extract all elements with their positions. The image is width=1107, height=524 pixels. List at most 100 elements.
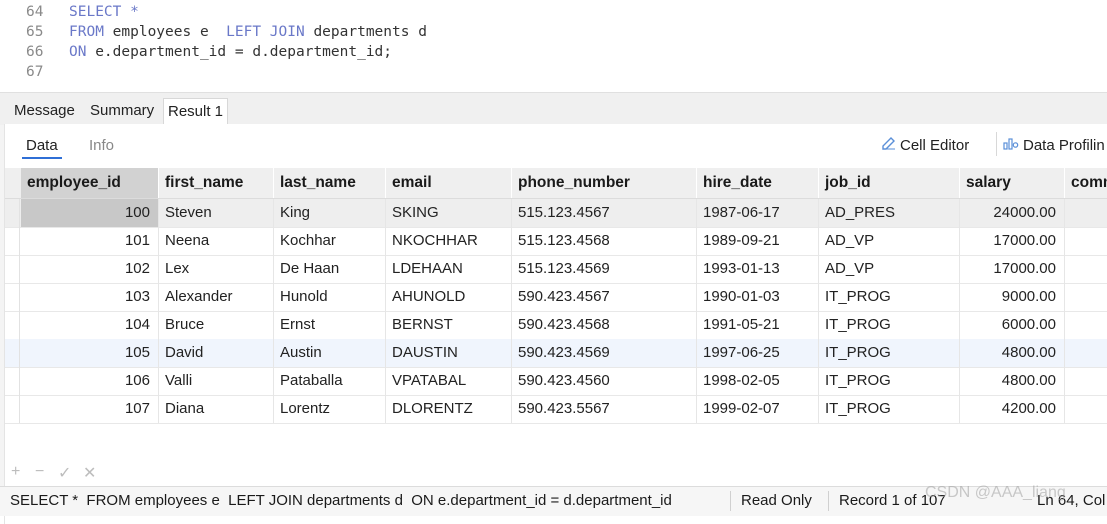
cell-comm[interactable] — [1065, 311, 1107, 339]
row-gutter[interactable] — [5, 311, 20, 339]
cell-salary[interactable]: 6000.00 — [960, 311, 1065, 339]
cell-email[interactable]: SKING — [386, 199, 512, 227]
column-header-comm[interactable]: comm — [1065, 168, 1107, 198]
table-row[interactable]: 106 Valli Pataballa VPATABAL 590.423.4560 199… — [5, 367, 1107, 396]
tab-result-1[interactable]: Result 1 — [163, 98, 229, 125]
cell-job-id[interactable]: AD_VP — [819, 255, 960, 283]
cell-last-name[interactable]: Kochhar — [274, 227, 386, 255]
cell-comm[interactable] — [1065, 395, 1107, 423]
cell-hire-date[interactable]: 1998-02-05 — [697, 367, 819, 395]
cell-hire-date[interactable]: 1989-09-21 — [697, 227, 819, 255]
table-row[interactable]: 100 Steven King SKING 515.123.4567 1987-06-17… — [5, 199, 1107, 228]
code-line[interactable]: 66 ON e.department_id = d.department_id; — [0, 42, 1107, 62]
delete-record-button[interactable]: − — [35, 463, 44, 481]
row-gutter[interactable] — [5, 199, 20, 227]
column-header-first-name[interactable]: first_name — [159, 168, 274, 198]
cell-email[interactable]: DLORENTZ — [386, 395, 512, 423]
cell-employee-id[interactable]: 104 — [21, 311, 159, 339]
cell-last-name[interactable]: King — [274, 199, 386, 227]
cell-last-name[interactable]: Ernst — [274, 311, 386, 339]
cell-phone-number[interactable]: 515.123.4567 — [512, 199, 697, 227]
cell-editor-button[interactable]: Cell Editor — [882, 136, 969, 154]
cell-comm[interactable] — [1065, 367, 1107, 395]
cell-email[interactable]: VPATABAL — [386, 367, 512, 395]
cell-hire-date[interactable]: 1999-02-07 — [697, 395, 819, 423]
row-gutter[interactable] — [5, 255, 20, 283]
cell-employee-id[interactable]: 106 — [21, 367, 159, 395]
cell-hire-date[interactable]: 1997-06-25 — [697, 339, 819, 367]
column-header-job-id[interactable]: job_id — [819, 168, 960, 198]
cell-job-id[interactable]: AD_PRES — [819, 199, 960, 227]
cell-comm[interactable] — [1065, 339, 1107, 367]
cell-employee-id[interactable]: 100 — [21, 199, 159, 227]
cell-job-id[interactable]: AD_VP — [819, 227, 960, 255]
cell-first-name[interactable]: Valli — [159, 367, 274, 395]
cell-salary[interactable]: 4200.00 — [960, 395, 1065, 423]
cell-email[interactable]: NKOCHHAR — [386, 227, 512, 255]
cell-email[interactable]: BERNST — [386, 311, 512, 339]
cell-first-name[interactable]: Diana — [159, 395, 274, 423]
cell-salary[interactable]: 24000.00 — [960, 199, 1065, 227]
cell-job-id[interactable]: IT_PROG — [819, 311, 960, 339]
cell-last-name[interactable]: Lorentz — [274, 395, 386, 423]
discard-changes-button[interactable]: ✕ — [83, 463, 96, 483]
cell-email[interactable]: DAUSTIN — [386, 339, 512, 367]
column-header-phone-number[interactable]: phone_number — [512, 168, 697, 198]
cell-phone-number[interactable]: 515.123.4569 — [512, 255, 697, 283]
cell-salary[interactable]: 17000.00 — [960, 255, 1065, 283]
cell-last-name[interactable]: Hunold — [274, 283, 386, 311]
row-gutter[interactable] — [5, 367, 20, 395]
cell-first-name[interactable]: David — [159, 339, 274, 367]
table-row[interactable]: 105 David Austin DAUSTIN 590.423.4569 1997-06… — [5, 339, 1107, 368]
sql-editor[interactable]: 64 SELECT * 65 FROM employees e LEFT JOIN d… — [0, 0, 1107, 92]
cell-phone-number[interactable]: 590.423.4560 — [512, 367, 697, 395]
cell-employee-id[interactable]: 102 — [21, 255, 159, 283]
cell-phone-number[interactable]: 590.423.4567 — [512, 283, 697, 311]
row-gutter[interactable] — [5, 227, 20, 255]
tab-message[interactable]: Message — [10, 98, 79, 124]
column-header-last-name[interactable]: last_name — [274, 168, 386, 198]
cell-salary[interactable]: 9000.00 — [960, 283, 1065, 311]
cell-salary[interactable]: 4800.00 — [960, 367, 1065, 395]
table-row[interactable]: 104 Bruce Ernst BERNST 590.423.4568 1991-05-2… — [5, 311, 1107, 340]
cell-first-name[interactable]: Bruce — [159, 311, 274, 339]
column-header-hire-date[interactable]: hire_date — [697, 168, 819, 198]
cell-hire-date[interactable]: 1991-05-21 — [697, 311, 819, 339]
code-line[interactable]: 65 FROM employees e LEFT JOIN departments… — [0, 22, 1107, 42]
cell-employee-id[interactable]: 103 — [21, 283, 159, 311]
cell-comm[interactable] — [1065, 255, 1107, 283]
cell-job-id[interactable]: IT_PROG — [819, 339, 960, 367]
table-row[interactable]: 101 Neena Kochhar NKOCHHAR 515.123.4568 1989-… — [5, 227, 1107, 256]
subtab-info[interactable]: Info — [89, 137, 114, 154]
cell-salary[interactable]: 17000.00 — [960, 227, 1065, 255]
cell-last-name[interactable]: De Haan — [274, 255, 386, 283]
cell-employee-id[interactable]: 101 — [21, 227, 159, 255]
cell-last-name[interactable]: Pataballa — [274, 367, 386, 395]
cell-employee-id[interactable]: 105 — [21, 339, 159, 367]
column-header-salary[interactable]: salary — [960, 168, 1065, 198]
cell-email[interactable]: AHUNOLD — [386, 283, 512, 311]
cell-first-name[interactable]: Neena — [159, 227, 274, 255]
cell-hire-date[interactable]: 1987-06-17 — [697, 199, 819, 227]
cell-job-id[interactable]: IT_PROG — [819, 367, 960, 395]
cell-hire-date[interactable]: 1993-01-13 — [697, 255, 819, 283]
cell-phone-number[interactable]: 515.123.4568 — [512, 227, 697, 255]
table-row[interactable]: 102 Lex De Haan LDEHAAN 515.123.4569 1993-01-… — [5, 255, 1107, 284]
row-gutter[interactable] — [5, 339, 20, 367]
tab-summary[interactable]: Summary — [86, 98, 158, 124]
cell-job-id[interactable]: IT_PROG — [819, 395, 960, 423]
cell-comm[interactable] — [1065, 283, 1107, 311]
subtab-data[interactable]: Data — [22, 137, 62, 159]
cell-comm[interactable] — [1065, 227, 1107, 255]
row-gutter[interactable] — [5, 395, 20, 423]
cell-last-name[interactable]: Austin — [274, 339, 386, 367]
apply-changes-button[interactable]: ✓ — [58, 463, 71, 483]
cell-hire-date[interactable]: 1990-01-03 — [697, 283, 819, 311]
cell-salary[interactable]: 4800.00 — [960, 339, 1065, 367]
cell-first-name[interactable]: Steven — [159, 199, 274, 227]
column-header-employee-id[interactable]: employee_id — [21, 168, 159, 198]
table-row[interactable]: 107 Diana Lorentz DLORENTZ 590.423.5567 1999-… — [5, 395, 1107, 424]
add-record-button[interactable]: + — [11, 463, 20, 481]
cell-phone-number[interactable]: 590.423.4568 — [512, 311, 697, 339]
cell-phone-number[interactable]: 590.423.5567 — [512, 395, 697, 423]
